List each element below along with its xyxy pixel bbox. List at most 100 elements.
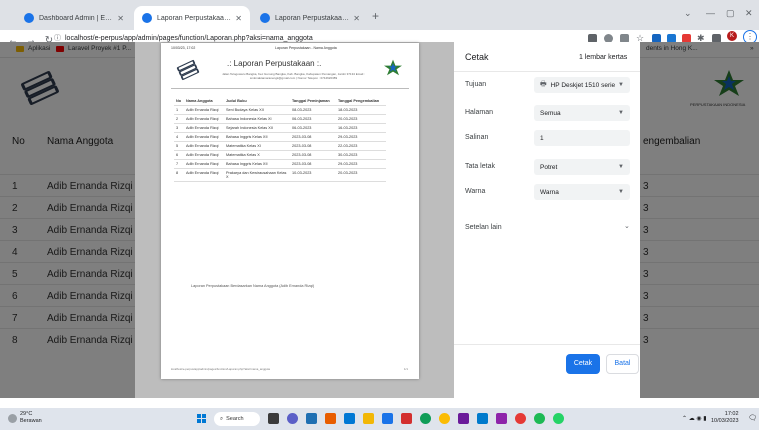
- cell-borrow-date: 2023-03-08: [290, 159, 336, 169]
- chevron-down-icon[interactable]: ⌄: [624, 222, 630, 230]
- dropdown-arrow-icon: ▼: [618, 164, 624, 170]
- layout-select[interactable]: Potret ▼: [534, 159, 630, 175]
- close-tab-icon[interactable]: ✕: [117, 14, 124, 23]
- column-header: Tanggal Peminjaman: [290, 97, 336, 106]
- tab-laporan-tanggal[interactable]: Laporan Perpustakaan - Tanggal ✕: [252, 6, 368, 30]
- cell-book: Prakarya dan Kewirausahaan Kelas X: [224, 168, 290, 182]
- vscode-icon[interactable]: [477, 413, 488, 424]
- cell-book: Matematika Kelas X: [224, 150, 290, 160]
- app-icon[interactable]: [306, 413, 317, 424]
- cell-return-date: 16-03-2023: [336, 123, 386, 133]
- cell-name: Adib Ernanda Rizqi: [184, 132, 224, 142]
- taskbar-clock[interactable]: 17:02 10/03/2023: [711, 411, 739, 425]
- preview-header-title: Laporan Perpustakaan - Nama Anggota: [275, 46, 337, 50]
- system-tray-icons[interactable]: ⌃ ☁ ◉ ▮: [682, 415, 707, 422]
- cell-name: Adib Ernanda Rizqi: [184, 123, 224, 133]
- copies-label: Salinan: [465, 134, 489, 141]
- color-value: Warna: [540, 188, 559, 196]
- copies-input[interactable]: 1: [534, 130, 630, 146]
- cell-no: 8: [174, 168, 184, 182]
- edge-icon[interactable]: [420, 413, 431, 424]
- app-icon[interactable]: [401, 413, 412, 424]
- close-tab-icon[interactable]: ✕: [235, 14, 242, 23]
- cell-book: Sejarah Indonesia Kelas XII: [224, 123, 290, 133]
- file-explorer-icon[interactable]: [363, 413, 374, 424]
- cell-name: Adib Ernanda Rizqi: [184, 159, 224, 169]
- cell-name: Adib Ernanda Rizqi: [184, 168, 224, 182]
- cell-borrow-date: 2023-03-08: [290, 141, 336, 151]
- taskbar: 29°C Berawan ⌕ Search ⌃ ☁ ◉ ▮ 17:02 10/0…: [0, 408, 759, 430]
- weather-widget[interactable]: 29°C Berawan: [20, 411, 42, 425]
- tab-title: Laporan Perpustakaan - Tanggal: [275, 14, 349, 22]
- cell-no: 5: [174, 141, 184, 151]
- column-header: Nama Anggota: [184, 97, 224, 106]
- new-tab-button[interactable]: +: [372, 9, 379, 23]
- chevron-down-icon[interactable]: ⌄: [684, 8, 692, 19]
- maximize-icon[interactable]: ▢: [726, 8, 735, 19]
- close-window-icon[interactable]: ✕: [745, 8, 753, 19]
- cancel-button[interactable]: Batal: [606, 354, 639, 374]
- cell-no: 3: [174, 123, 184, 133]
- table-row: 8 Adib Ernanda Rizqi Prakarya dan Kewira…: [174, 168, 386, 182]
- app-icon[interactable]: [496, 413, 507, 424]
- chrome-icon[interactable]: [439, 413, 450, 424]
- tab-favicon-icon: [142, 13, 152, 23]
- print-button[interactable]: Cetak: [566, 354, 600, 374]
- cell-borrow-date: 06-03-2023: [290, 114, 336, 124]
- table-row: 4 Adib Ernanda Rizqi Bahasa Inggris Kela…: [174, 132, 386, 142]
- preview-header-date: 10/03/23, 17:02: [171, 46, 196, 50]
- cell-borrow-date: 08-03-2023: [290, 105, 336, 115]
- cell-book: Bahasa Indonesia Kelas XI: [224, 114, 290, 124]
- print-preview-page: 10/03/23, 17:02 Laporan Perpustakaan - N…: [161, 43, 419, 379]
- app-icon[interactable]: [382, 413, 393, 424]
- pages-select[interactable]: Semua ▼: [534, 105, 630, 121]
- weather-icon[interactable]: [8, 414, 17, 423]
- pages-label: Halaman: [465, 109, 494, 116]
- cell-return-date: 29-03-2023: [336, 132, 386, 142]
- dropdown-arrow-icon: ▼: [618, 110, 624, 116]
- tab-strip: Dashboard Admin | E - Perpus SMK ✕ Lapor…: [0, 0, 759, 30]
- divider: [171, 88, 409, 89]
- color-label: Warna: [465, 188, 486, 195]
- tab-laporan-nama-anggota[interactable]: Laporan Perpustakaan - Nama Anggota ✕: [134, 6, 250, 30]
- tab-title: Dashboard Admin | E - Perpus SMK: [39, 14, 113, 22]
- tab-dashboard-admin[interactable]: Dashboard Admin | E - Perpus SMK ✕: [16, 6, 132, 30]
- windows-start-icon[interactable]: [197, 414, 207, 424]
- color-select[interactable]: Warna ▼: [534, 184, 630, 200]
- cell-no: 7: [174, 159, 184, 169]
- cell-book: Seni Budaya Kelas XII: [224, 105, 290, 115]
- cell-return-date: 18-03-2023: [336, 105, 386, 115]
- dropdown-arrow-icon: ▼: [618, 82, 624, 88]
- whatsapp-icon[interactable]: [553, 413, 564, 424]
- cell-no: 6: [174, 150, 184, 160]
- chat-icon[interactable]: [287, 413, 298, 424]
- task-view-icon[interactable]: [268, 413, 279, 424]
- column-header: Judul Buku: [224, 97, 290, 106]
- minimize-icon[interactable]: —: [706, 8, 715, 18]
- notification-icon[interactable]: 🗨: [748, 414, 757, 422]
- more-settings-toggle[interactable]: Setelan lain: [465, 224, 502, 231]
- report-table: No Nama Anggota Judul Buku Tanggal Pemin…: [174, 97, 386, 182]
- table-row: 7 Adib Ernanda Rizqi Bahasa Inggris Kela…: [174, 159, 386, 169]
- app-icon[interactable]: [458, 413, 469, 424]
- tab-title: Laporan Perpustakaan - Nama Anggota: [157, 14, 231, 22]
- close-tab-icon[interactable]: ✕: [353, 14, 360, 23]
- print-dialog: Cetak 1 lembar kertas Tujuan 🖶 HP Deskje…: [454, 42, 640, 398]
- app-icon[interactable]: [515, 413, 526, 424]
- table-row: 3 Adib Ernanda Rizqi Sejarah Indonesia K…: [174, 123, 386, 133]
- profile-avatar[interactable]: K: [727, 31, 737, 41]
- taskbar-search[interactable]: ⌕ Search: [214, 412, 260, 426]
- divider: [454, 344, 640, 345]
- tab-favicon-icon: [260, 13, 270, 23]
- layout-value: Potret: [540, 163, 558, 171]
- table-header-row: No Nama Anggota Judul Buku Tanggal Pemin…: [174, 97, 386, 106]
- layout-label: Tata letak: [465, 163, 495, 170]
- cell-return-date: 30-03-2023: [336, 150, 386, 160]
- destination-label: Tujuan: [465, 81, 487, 88]
- temperature: 29°C: [20, 411, 33, 417]
- tab-favicon-icon: [24, 13, 34, 23]
- spotify-icon[interactable]: [534, 413, 545, 424]
- destination-select[interactable]: 🖶 HP Deskjet 1510 serie ▼: [534, 77, 630, 93]
- store-icon[interactable]: [344, 413, 355, 424]
- app-icon[interactable]: [325, 413, 336, 424]
